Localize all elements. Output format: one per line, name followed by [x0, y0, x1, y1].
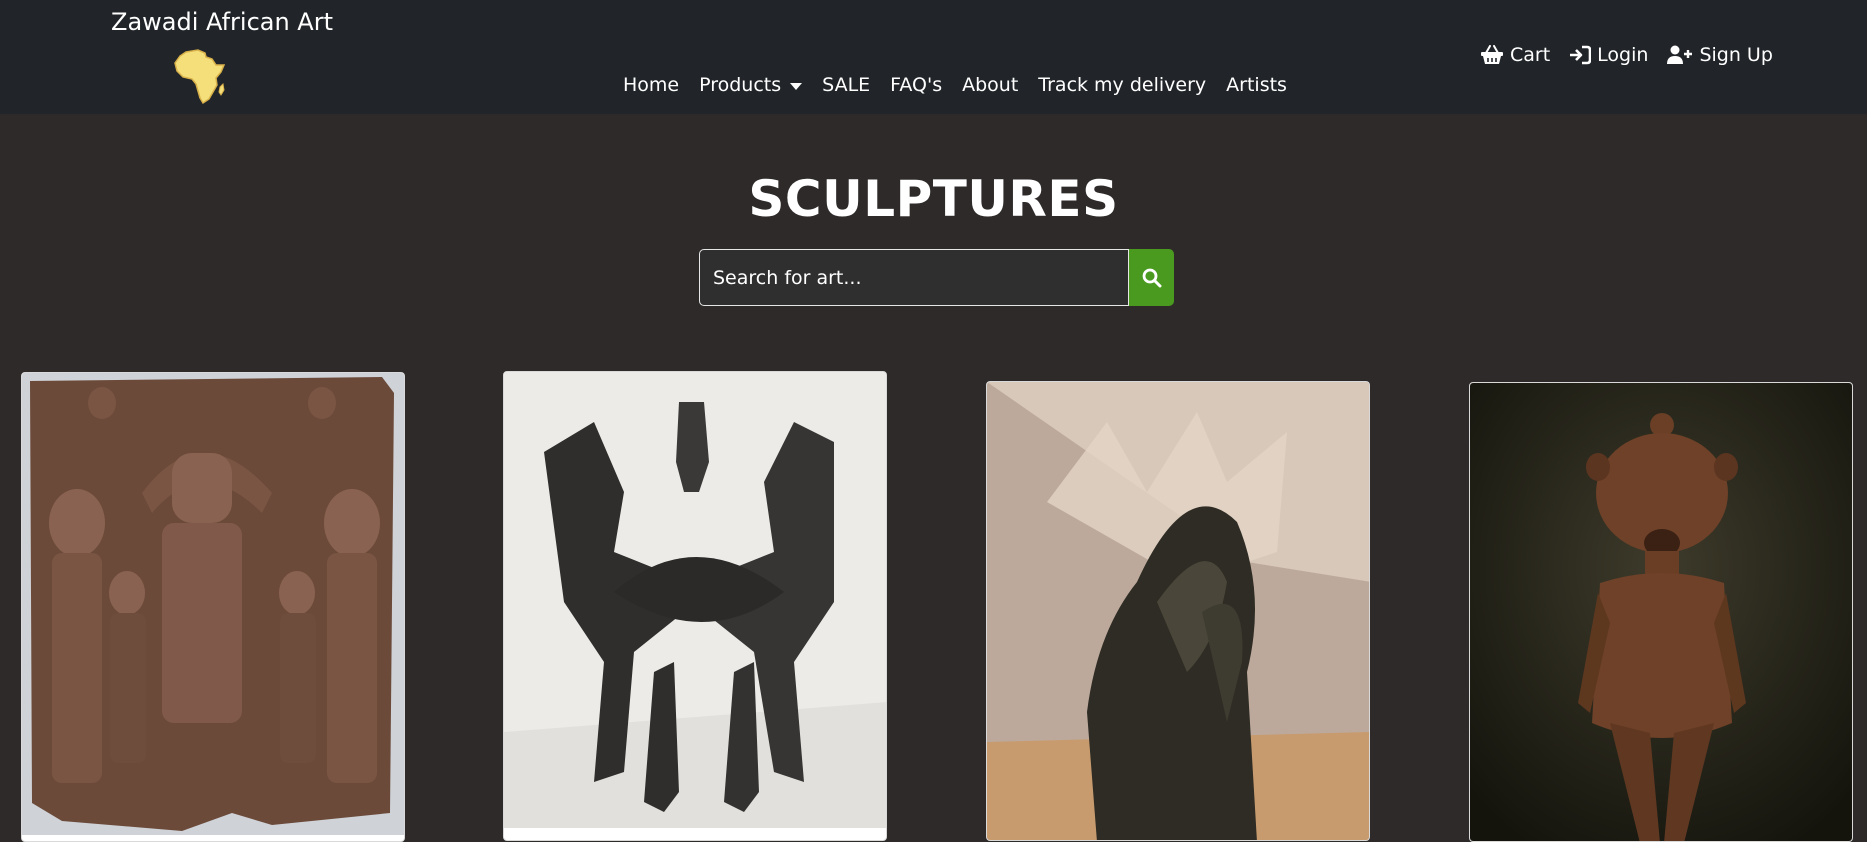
nav-track-delivery[interactable]: Track my delivery	[1038, 74, 1206, 96]
signup-label: Sign Up	[1699, 44, 1773, 66]
product-card-bronze-plaque[interactable]	[21, 372, 405, 842]
bronze-plaque-image	[22, 373, 404, 835]
wooden-figure-image	[1470, 383, 1852, 841]
nav-home-label: Home	[623, 74, 680, 96]
page-title: SCULPTURES	[748, 170, 1119, 228]
product-card-intertwined-figures[interactable]	[503, 371, 887, 841]
nav-sale[interactable]: SALE	[822, 74, 870, 96]
nav-artists[interactable]: Artists	[1226, 74, 1287, 96]
sign-in-icon	[1570, 45, 1592, 65]
user-plus-icon	[1667, 45, 1693, 64]
search-icon	[1142, 268, 1161, 287]
product-card-wooden-figure[interactable]	[1469, 382, 1853, 842]
brand-name[interactable]: Zawadi African Art	[111, 8, 333, 36]
main-nav: Home Products SALE FAQ's About Track my …	[623, 70, 1307, 100]
account-nav: Cart Login Sign Up	[1480, 40, 1792, 70]
search-input[interactable]	[699, 249, 1129, 306]
nav-about[interactable]: About	[962, 74, 1018, 96]
product-card-stone-abstract[interactable]	[986, 381, 1370, 841]
cart-link[interactable]: Cart	[1480, 44, 1550, 66]
intertwined-figures-image	[504, 372, 886, 828]
top-navbar: Zawadi African Art Home Products SALE FA…	[0, 0, 1867, 114]
search-button[interactable]	[1129, 249, 1174, 306]
nav-home[interactable]: Home	[623, 74, 679, 96]
stone-abstract-image	[987, 382, 1369, 840]
nav-products-dropdown[interactable]: Products	[699, 74, 803, 96]
africa-logo-icon[interactable]	[172, 48, 228, 106]
nav-about-label: About	[962, 74, 1019, 96]
login-link[interactable]: Login	[1569, 44, 1648, 66]
basket-icon	[1481, 45, 1503, 64]
login-label: Login	[1597, 44, 1649, 66]
signup-link[interactable]: Sign Up	[1667, 44, 1773, 66]
search-form	[699, 249, 1174, 306]
nav-sale-label: SALE	[822, 74, 871, 96]
chevron-down-icon	[790, 82, 803, 90]
nav-track-delivery-label: Track my delivery	[1038, 74, 1207, 96]
nav-products-label: Products	[699, 74, 782, 96]
nav-faqs[interactable]: FAQ's	[890, 74, 942, 96]
nav-artists-label: Artists	[1226, 74, 1287, 96]
cart-label: Cart	[1510, 44, 1551, 66]
nav-faqs-label: FAQ's	[890, 74, 943, 96]
